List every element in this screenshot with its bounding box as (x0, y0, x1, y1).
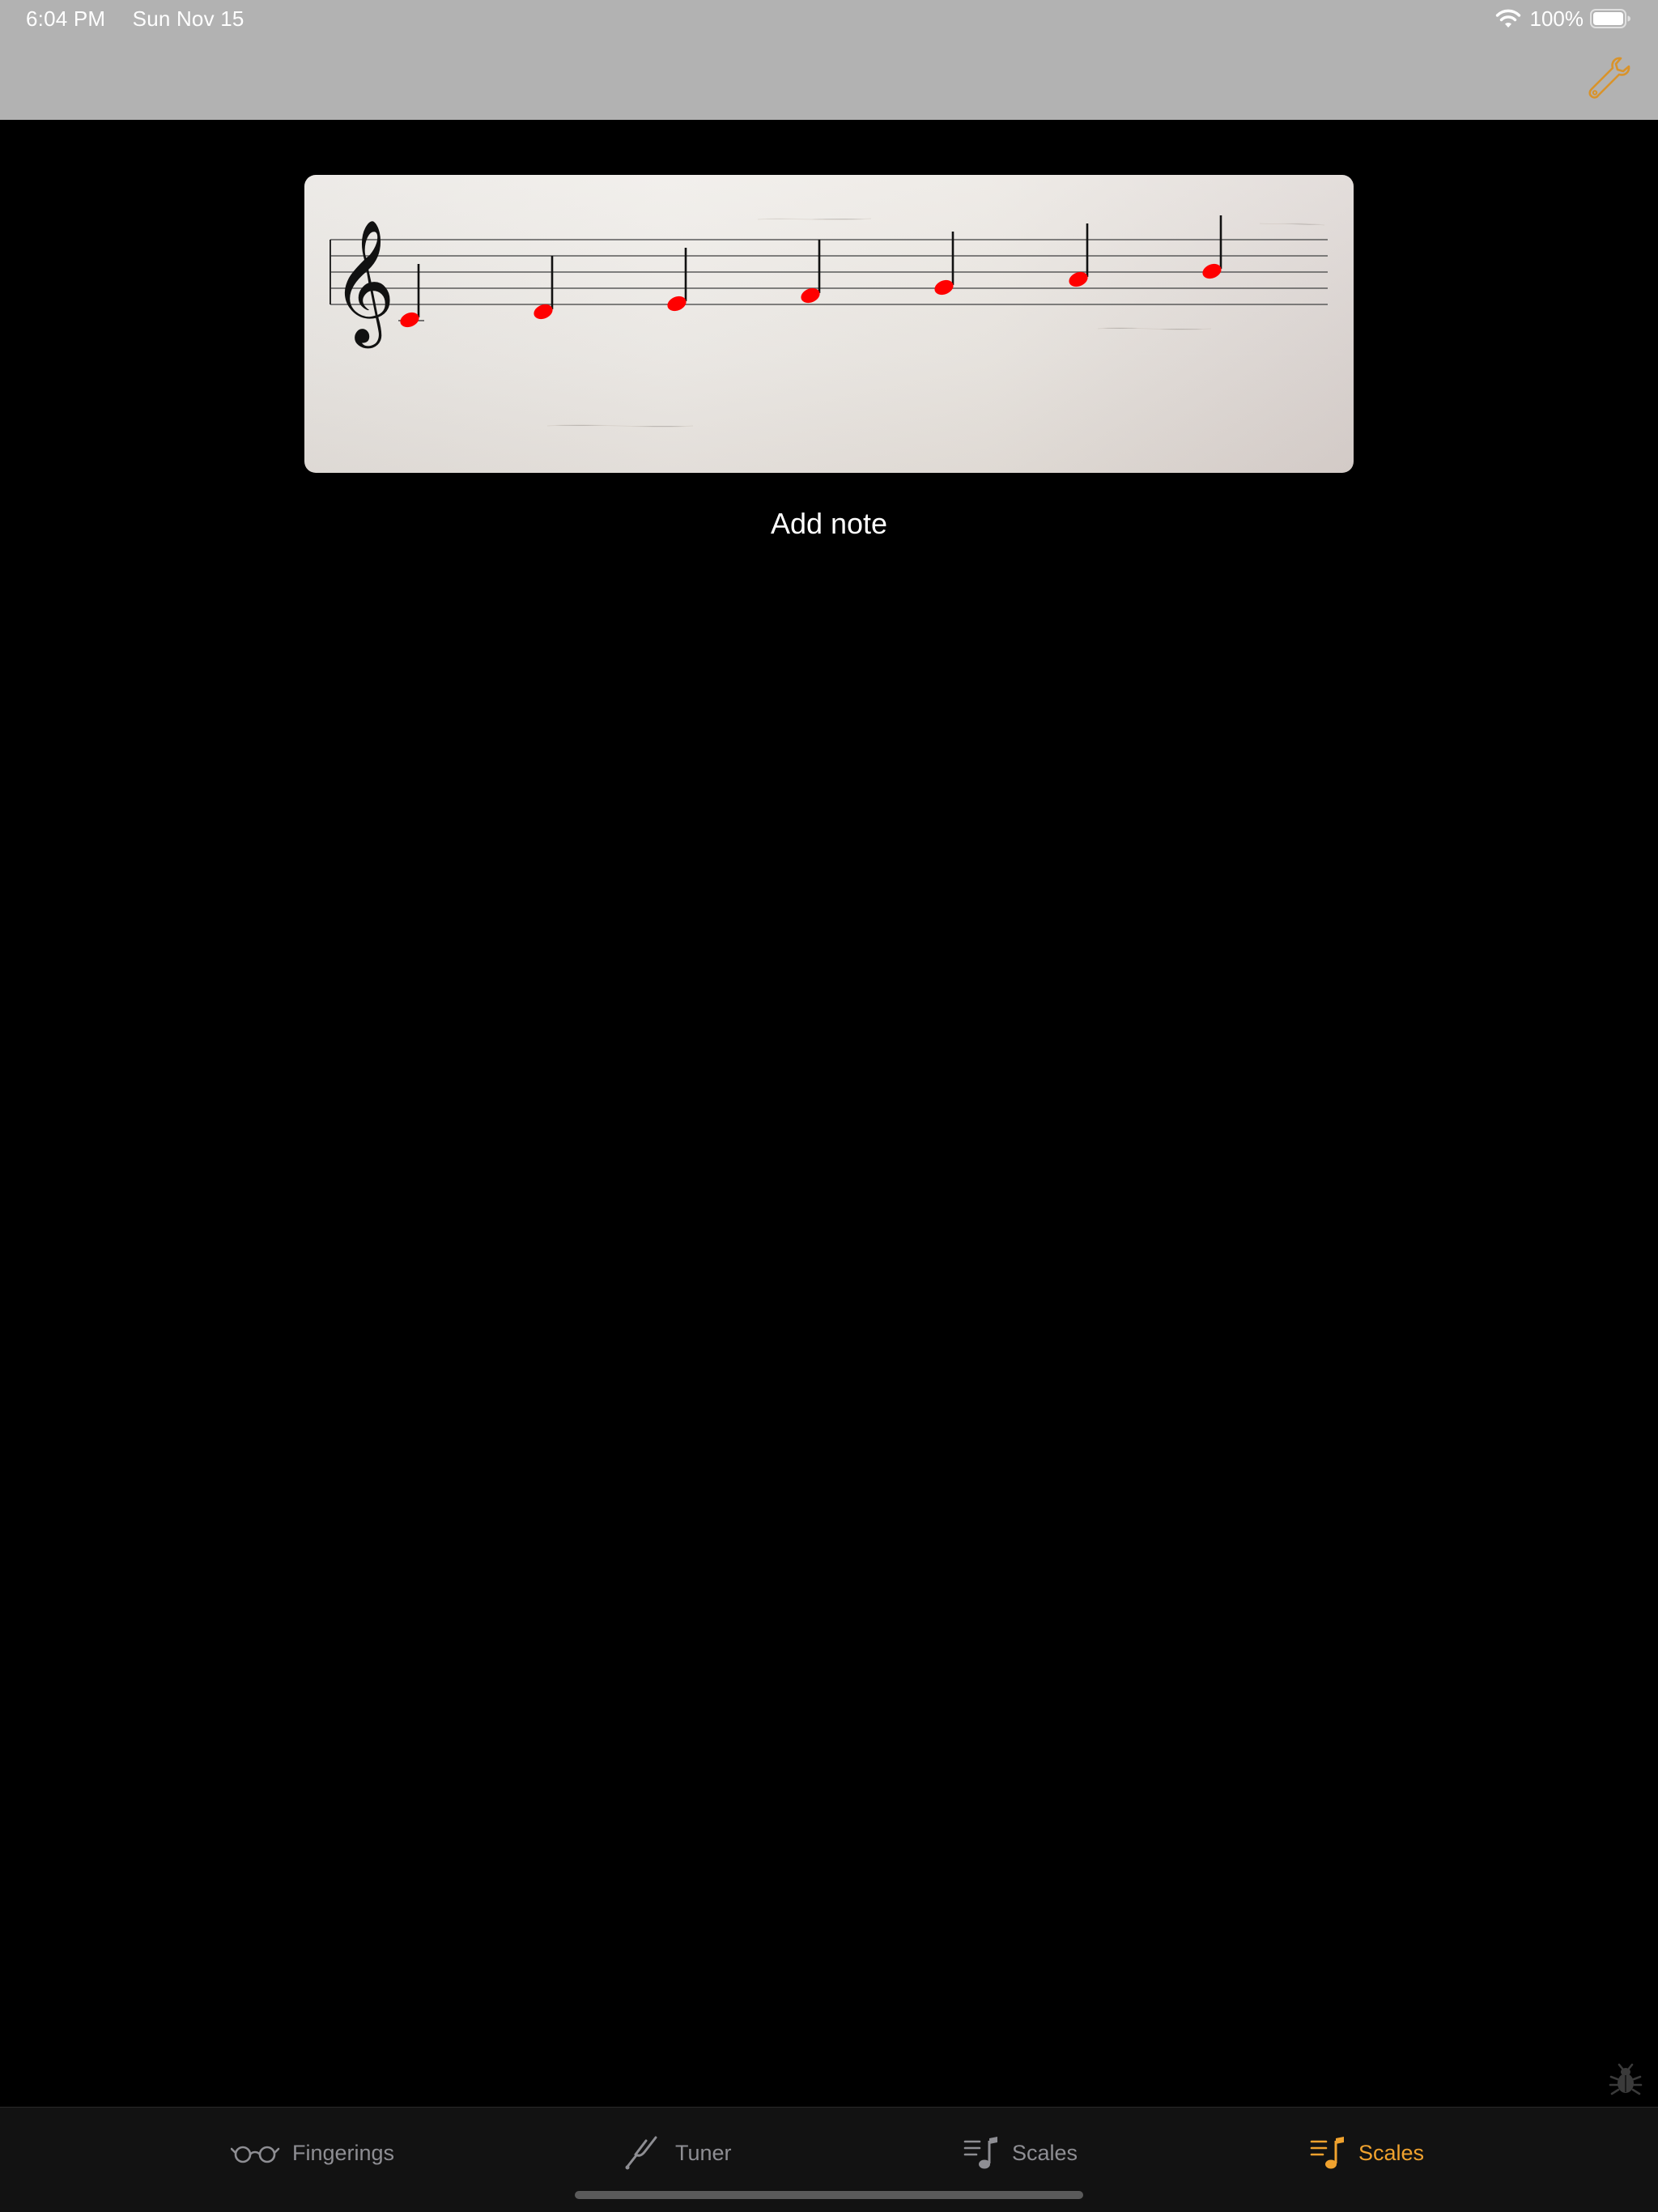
wifi-icon (1495, 9, 1520, 28)
status-bar-right: 100% (1494, 5, 1630, 32)
tab-fingerings[interactable]: Fingerings (231, 2130, 394, 2176)
tab-scales-active[interactable]: Scales (1310, 2130, 1424, 2176)
battery-percent: 100% (1529, 6, 1584, 31)
bug-icon[interactable] (1608, 2061, 1643, 2097)
status-bar-left: 6:04 PM Sun Nov 15 (26, 6, 266, 32)
status-time: 6:04 PM (26, 6, 106, 31)
music-list-icon (963, 2137, 997, 2169)
glasses-icon (231, 2146, 280, 2163)
add-note-button[interactable]: Add note (0, 507, 1658, 541)
note-c4[interactable] (398, 264, 422, 330)
note-b4[interactable] (1201, 215, 1224, 281)
tab-scales[interactable]: Scales (963, 2130, 1078, 2176)
tab-tuner-label: Tuner (675, 2140, 732, 2165)
note-g4[interactable] (933, 232, 956, 297)
status-date: Sun Nov 15 (132, 6, 244, 31)
tuning-fork-icon (625, 2136, 657, 2170)
navigation-bar: 6:04 PM Sun Nov 15 100% (0, 0, 1658, 120)
music-staff: 𝄞 (329, 215, 1328, 428)
treble-clef-icon: 𝄞 (332, 219, 395, 348)
tab-scales-label: Scales (1012, 2140, 1078, 2165)
home-indicator[interactable] (575, 2191, 1083, 2199)
note-e4[interactable] (665, 248, 689, 313)
staff-lines (330, 239, 1328, 305)
app-screen: 6:04 PM Sun Nov 15 100% 𝄞 Add note Finge… (0, 0, 1658, 2212)
staff-card[interactable]: 𝄞 (304, 175, 1354, 473)
battery-icon (1590, 9, 1630, 28)
tab-tuner[interactable]: Tuner (623, 2130, 732, 2176)
tab-fingerings-label: Fingerings (292, 2140, 395, 2165)
tab-scales-active-label: Scales (1358, 2140, 1425, 2165)
wrench-icon[interactable] (1585, 53, 1634, 102)
music-list-icon (1310, 2137, 1344, 2169)
